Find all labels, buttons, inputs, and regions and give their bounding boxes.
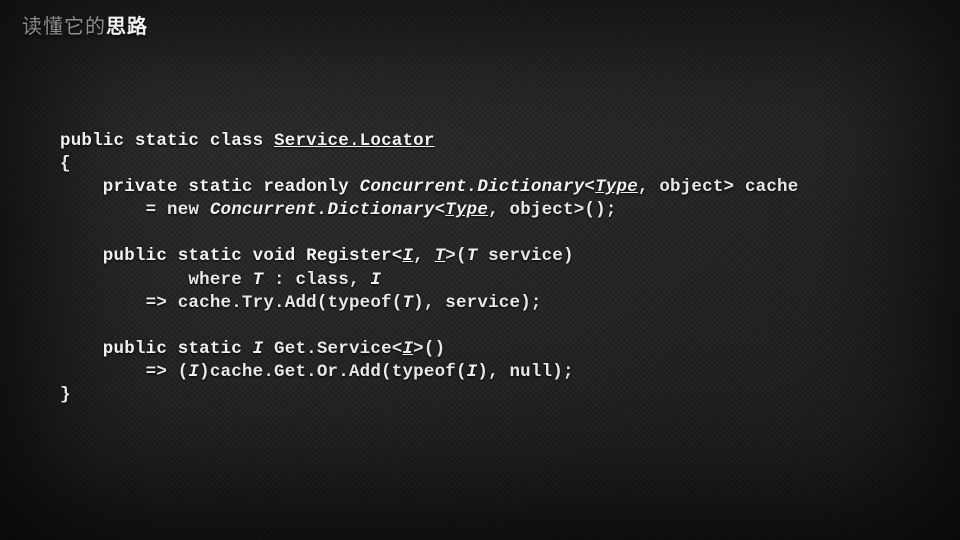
type-param: Type <box>595 177 638 197</box>
type: I <box>188 362 199 382</box>
txt: => ( <box>60 362 188 382</box>
type: T <box>467 246 478 266</box>
type-param: Type <box>445 200 488 220</box>
txt: Get.Service< <box>263 339 402 359</box>
code-line-12: } <box>60 385 71 405</box>
code-line-11: => (I)cache.Get.Or.Add(typeof(I), null); <box>60 362 574 382</box>
slide-title: 读懂它的思路 <box>22 10 148 39</box>
txt: service) <box>477 246 573 266</box>
type: Concurrent.Dictionary <box>210 200 435 220</box>
code-block: public static class Service.Locator { pr… <box>60 130 920 407</box>
kw: public static <box>60 339 253 359</box>
code-line-3: private static readonly Concurrent.Dicti… <box>60 177 798 197</box>
code-line-4: = new Concurrent.Dictionary<Type, object… <box>60 200 617 220</box>
slide: 读懂它的思路 public static class Service.Locat… <box>0 0 960 540</box>
class-name: Service.Locator <box>274 131 435 151</box>
txt: = new <box>60 200 210 220</box>
type: Concurrent.Dictionary <box>360 177 585 197</box>
code-line-2: { <box>60 154 71 174</box>
code-line-10: public static I Get.Service<I>() <box>60 339 445 359</box>
code-line-1: public static class Service.Locator <box>60 131 435 151</box>
code-line-7: where T : class, I <box>60 270 381 290</box>
type: I <box>253 339 264 359</box>
txt: )cache.Get.Or.Add(typeof( <box>199 362 467 382</box>
type: T <box>402 293 413 313</box>
punct: >( <box>445 246 466 266</box>
type: T <box>253 270 264 290</box>
kw: public static void Register< <box>60 246 402 266</box>
type: I <box>370 270 381 290</box>
type: I <box>467 362 478 382</box>
punct: < <box>435 200 446 220</box>
type-param: T <box>435 246 446 266</box>
type-param: I <box>402 246 413 266</box>
txt: , object>(); <box>488 200 616 220</box>
txt: ), service); <box>413 293 541 313</box>
punct: < <box>584 177 595 197</box>
code-line-8: => cache.Try.Add(typeof(T), service); <box>60 293 542 313</box>
txt: >() <box>413 339 445 359</box>
txt: where <box>60 270 253 290</box>
title-bright: 思路 <box>106 16 148 38</box>
txt: , object> cache <box>638 177 799 197</box>
kw: private static readonly <box>60 177 360 197</box>
title-dim: 读懂它的 <box>22 16 106 38</box>
txt: ), null); <box>477 362 573 382</box>
kw: public static class <box>60 131 274 151</box>
txt: : class, <box>263 270 370 290</box>
txt: => cache.Try.Add(typeof( <box>60 293 402 313</box>
punct: , <box>413 246 434 266</box>
code-line-6: public static void Register<I, T>(T serv… <box>60 246 574 266</box>
type-param: I <box>402 339 413 359</box>
